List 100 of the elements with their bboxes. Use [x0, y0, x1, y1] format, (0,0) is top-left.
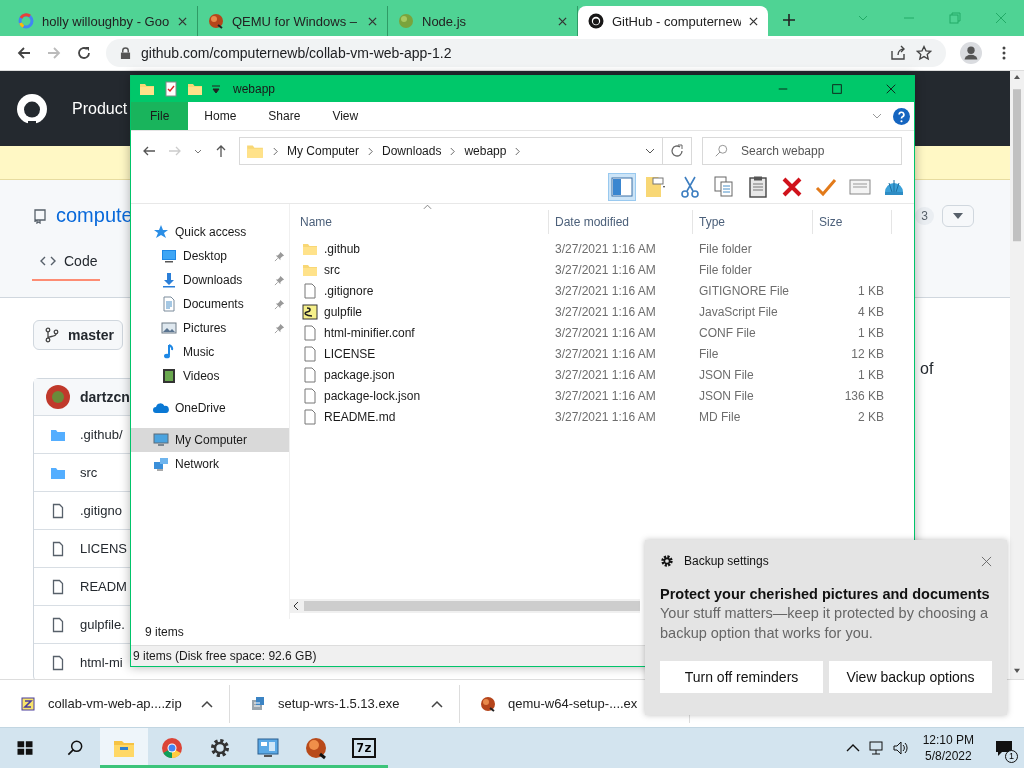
file-name[interactable]: .github	[324, 241, 361, 256]
nav-item[interactable]: Music	[131, 340, 289, 364]
file-link[interactable]: .gitigno	[80, 503, 122, 518]
file-link[interactable]: gulpfile.	[80, 617, 125, 632]
column-header[interactable]: Date modified	[549, 210, 693, 234]
nav-item[interactable]: My Computer	[131, 428, 289, 452]
url-text: github.com/computernewb/collab-vm-web-app-1.2	[141, 45, 452, 61]
refresh-button[interactable]	[662, 137, 692, 165]
breadcrumb[interactable]: webapp	[464, 144, 507, 158]
profile-icon[interactable]	[960, 42, 982, 64]
toolbar-button[interactable]	[608, 173, 636, 201]
scissors-icon	[678, 175, 702, 199]
date-cell-text: 3/27/2021 1:16 AM	[554, 283, 657, 298]
close-icon[interactable]	[368, 16, 377, 26]
address-bar[interactable]: github.com/computernewb/collab-vm-web-app-1.2	[106, 39, 946, 67]
pin-icon[interactable]	[274, 274, 285, 286]
nav-item[interactable]: Quick access	[131, 220, 289, 244]
file-name[interactable]: README.md	[324, 409, 396, 424]
repo-name[interactable]: compute	[56, 204, 133, 227]
author-name[interactable]: dartzcn	[80, 389, 130, 405]
share-icon[interactable]	[890, 45, 906, 61]
browser-tab[interactable]: QEMU for Windows –	[198, 6, 388, 36]
dropdown-button[interactable]	[942, 204, 974, 227]
nav-item[interactable]: Desktop	[131, 244, 289, 268]
branch-button[interactable]: master	[33, 320, 123, 350]
nav-item[interactable]: Videos	[131, 364, 289, 388]
download-item[interactable]: collab-vm-web-ap....zip	[0, 684, 230, 723]
new-tab-icon[interactable]	[782, 13, 796, 27]
date-cell-text: 3/27/2021 1:16 AM	[554, 367, 657, 382]
file-link[interactable]: LICENS	[80, 541, 127, 556]
pin-icon[interactable]	[274, 250, 285, 262]
scrollbar[interactable]	[1010, 71, 1024, 679]
close-icon[interactable]	[749, 16, 758, 26]
clock-date[interactable]: 5/8/2022	[924, 748, 972, 764]
file-name[interactable]: html-minifier.conf	[324, 325, 415, 340]
type-cell-text: File	[698, 346, 720, 361]
taskbar-app[interactable]: 7z	[340, 728, 388, 768]
nav-item[interactable]: OneDrive	[131, 396, 289, 420]
file-name: collab-vm-web-ap....zip	[48, 696, 183, 711]
nav-item[interactable]: Documents	[131, 292, 289, 316]
file-link[interactable]: html-mi	[80, 655, 123, 670]
close-icon[interactable]	[558, 16, 567, 26]
browser-tab[interactable]: Node.js	[388, 6, 578, 36]
ribbon-tab[interactable]: Share	[252, 102, 317, 130]
scrollbar[interactable]	[290, 599, 640, 613]
close-icon[interactable]	[178, 16, 187, 26]
code-tab[interactable]: Code	[32, 245, 100, 281]
properties-icon[interactable]	[163, 81, 179, 97]
file-name[interactable]: package-lock.json	[324, 388, 421, 403]
column-header[interactable]: Type	[693, 210, 813, 234]
browser-tab[interactable]: holly willoughby - Goo	[8, 6, 198, 36]
notification-badge: 1	[1005, 750, 1018, 763]
file-name[interactable]: gulpfile	[324, 304, 363, 319]
sphere-icon	[480, 695, 496, 712]
back-icon[interactable]	[16, 45, 32, 61]
copy-icon	[712, 175, 736, 199]
ribbon-tab[interactable]: View	[316, 102, 375, 130]
nav-item[interactable]: Pictures	[131, 316, 289, 340]
file-link[interactable]: src	[80, 465, 98, 480]
clock-time[interactable]: 12:10 PM	[922, 732, 974, 748]
sphere-icon	[304, 736, 328, 760]
action-button[interactable]: Turn off reminders	[660, 661, 823, 693]
about-text: of	[920, 360, 934, 378]
notification-icon[interactable]	[994, 738, 1014, 758]
file-name: setup-wrs-1.5.13.exe	[278, 696, 401, 711]
file-link[interactable]: .github/	[80, 427, 123, 442]
pin-icon[interactable]	[274, 298, 285, 310]
file-name[interactable]: package.json	[324, 367, 395, 382]
reload-icon[interactable]	[76, 45, 92, 61]
column-header[interactable]: Size	[813, 210, 892, 234]
nav-item[interactable]: Downloads	[131, 268, 289, 292]
breadcrumb[interactable]: Downloads	[382, 144, 442, 158]
pin-icon[interactable]	[274, 322, 285, 334]
search-field[interactable]: Search webapp	[702, 137, 902, 165]
ribbon-tab[interactable]: Home	[188, 102, 253, 130]
star-icon[interactable]	[916, 45, 932, 61]
file-link[interactable]: READM	[80, 579, 127, 594]
control-panel-icon	[256, 736, 280, 760]
nav-item[interactable]: Network	[131, 452, 289, 476]
action-button[interactable]: View backup options	[829, 661, 992, 693]
file-name[interactable]: src	[324, 262, 340, 277]
breadcrumb[interactable]: My Computer	[287, 144, 360, 158]
caret-icon[interactable]	[201, 699, 213, 708]
installer-icon	[250, 695, 266, 712]
dropdown-icon[interactable]	[211, 84, 221, 94]
download-item[interactable]: setup-wrs-1.5.13.exe	[230, 684, 460, 723]
search-icon	[714, 144, 728, 158]
help-icon[interactable]	[893, 107, 910, 125]
sort-caret-icon[interactable]	[423, 204, 432, 210]
file-name[interactable]: .gitignore	[324, 283, 374, 298]
type-cell-text: MD File	[698, 409, 742, 424]
nav-link[interactable]: Product	[72, 99, 128, 118]
type-cell-text: GITIGNORE File	[698, 283, 790, 298]
computer-icon	[153, 432, 169, 448]
caret-icon[interactable]	[431, 699, 443, 708]
size-cell: 136 KB	[844, 388, 884, 403]
file-name: qemu-w64-setup-....ex	[508, 696, 639, 711]
file-name[interactable]: LICENSE	[324, 346, 376, 361]
address-field[interactable]: My Computer Downloads webapp	[239, 137, 663, 165]
column-header[interactable]: Name	[294, 210, 549, 234]
